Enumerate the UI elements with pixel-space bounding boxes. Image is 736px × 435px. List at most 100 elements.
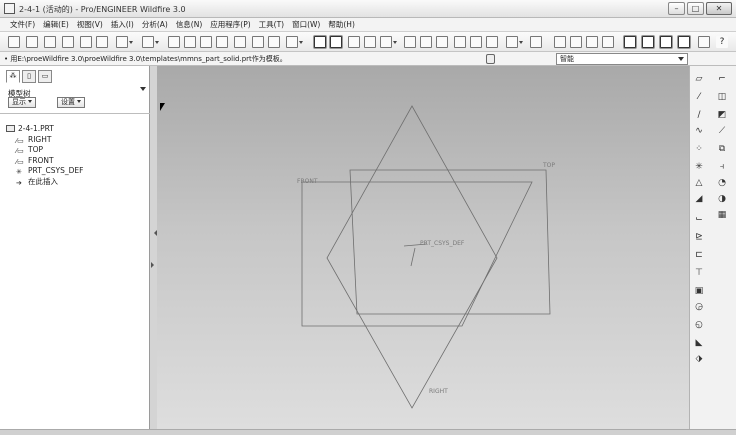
rib-icon[interactable]: ▣ xyxy=(693,286,705,297)
datum-plane-toggle-icon[interactable] xyxy=(624,36,636,48)
chamfer-icon[interactable]: ◣ xyxy=(693,338,705,349)
maximize-button[interactable]: □ xyxy=(687,2,704,15)
tree-item-insert-here[interactable]: ➔ 在此插入 xyxy=(6,177,83,188)
model-tree-tab-icon[interactable]: ⁂ xyxy=(6,70,20,83)
zoom-out-icon[interactable] xyxy=(420,36,432,48)
cut-icon[interactable] xyxy=(168,36,180,48)
zoom-in-icon[interactable] xyxy=(404,36,416,48)
point-tool-icon[interactable]: ⁘ xyxy=(693,144,705,155)
round-icon[interactable]: ◵ xyxy=(693,320,705,331)
undo-icon[interactable] xyxy=(116,36,133,48)
thicken-tool-icon[interactable]: ◑ xyxy=(716,194,728,205)
appearance-icon[interactable] xyxy=(380,36,397,48)
email-link-icon[interactable] xyxy=(96,36,108,48)
redo-icon[interactable] xyxy=(142,36,159,48)
filter-select[interactable]: 智能 xyxy=(556,53,688,65)
trim-tool-icon[interactable]: ⟋ xyxy=(716,126,728,137)
tree-item-front[interactable]: ⁄▭ FRONT xyxy=(6,156,83,167)
tree-item-csys[interactable]: ✳ PRT_CSYS_DEF xyxy=(6,166,83,177)
menu-window[interactable]: 窗口(W) xyxy=(288,18,324,31)
revolve-icon[interactable]: ⌙ xyxy=(693,214,705,225)
menu-applications[interactable]: 应用程序(P) xyxy=(206,18,254,31)
select-icon[interactable] xyxy=(286,36,303,48)
regenerate-icon[interactable] xyxy=(234,36,246,48)
datum-axis-tool-icon[interactable]: ⌐ xyxy=(716,74,728,85)
orient-mode-icon[interactable] xyxy=(348,36,360,48)
menu-file[interactable]: 文件(F) xyxy=(6,18,39,31)
sweep-icon[interactable]: ⊵ xyxy=(693,232,705,243)
sketch-tool-icon[interactable]: ⁄ xyxy=(693,92,705,103)
spin-center-icon[interactable] xyxy=(330,36,342,48)
shaded-icon[interactable] xyxy=(602,36,614,48)
annotation-icon[interactable] xyxy=(698,36,710,48)
intersect-tool-icon[interactable]: ◔ xyxy=(716,178,728,189)
help-icon[interactable]: ? xyxy=(716,36,728,48)
datum-axis-toggle-icon[interactable] xyxy=(642,36,654,48)
menu-insert[interactable]: 插入(I) xyxy=(107,18,138,31)
minimize-button[interactable]: – xyxy=(668,2,685,15)
saved-views-icon[interactable] xyxy=(470,36,482,48)
folder-tab-icon[interactable]: ▯ xyxy=(22,70,36,83)
csys-tool-icon[interactable]: ✳ xyxy=(693,162,705,173)
section-tool-icon[interactable]: ◫ xyxy=(716,92,728,103)
menu-edit[interactable]: 编辑(E) xyxy=(39,18,73,31)
no-hidden-icon[interactable] xyxy=(586,36,598,48)
panel-menu-arrow-icon[interactable] xyxy=(140,87,146,94)
window-controls: – □ ✕ xyxy=(668,2,732,15)
panel-splitter[interactable] xyxy=(150,66,157,429)
datum-plane-tool-icon[interactable]: ▱ xyxy=(693,74,705,85)
repaint-icon[interactable] xyxy=(314,36,326,48)
layers-icon[interactable] xyxy=(486,36,498,48)
tree-item-right[interactable]: ⁄▭ RIGHT xyxy=(6,135,83,146)
settings-button-label: 设置 xyxy=(61,98,75,106)
tree-item-top[interactable]: ⁄▭ TOP xyxy=(6,145,83,156)
menu-info[interactable]: 信息(N) xyxy=(172,18,206,31)
view-manager-icon[interactable] xyxy=(506,36,523,48)
menu-help[interactable]: 帮助(H) xyxy=(324,18,359,31)
top-plane xyxy=(301,181,533,327)
wireframe-icon[interactable] xyxy=(554,36,566,48)
show-button[interactable]: 显示 xyxy=(8,97,36,108)
message-text: • 用E:\proeWildfire 3.0\proeWildfire 3.0\… xyxy=(4,55,287,63)
refit-icon[interactable] xyxy=(436,36,448,48)
mirror-icon[interactable]: ⬗ xyxy=(693,354,705,365)
reorient-icon[interactable] xyxy=(454,36,466,48)
favorites-tab-icon[interactable]: ▭ xyxy=(38,70,52,83)
axis-tool-icon[interactable]: ∕ xyxy=(693,110,705,121)
extrude-icon[interactable]: ◢ xyxy=(693,194,705,205)
menu-view[interactable]: 视图(V) xyxy=(73,18,107,31)
menu-tools[interactable]: 工具(T) xyxy=(255,18,288,31)
csys-toggle-icon[interactable] xyxy=(678,36,690,48)
offset-tool-icon[interactable]: ◩ xyxy=(716,110,728,121)
copy-icon[interactable] xyxy=(184,36,196,48)
part-icon xyxy=(6,125,15,132)
shading-icon[interactable] xyxy=(530,36,542,48)
regen-manager-icon[interactable] xyxy=(252,36,264,48)
menu-analysis[interactable]: 分析(A) xyxy=(138,18,172,31)
copy-tool-icon[interactable]: ⧉ xyxy=(716,144,728,155)
email-icon[interactable] xyxy=(80,36,92,48)
paste-icon[interactable] xyxy=(200,36,212,48)
hidden-line-icon[interactable] xyxy=(570,36,582,48)
new-icon[interactable] xyxy=(8,36,20,48)
find-icon[interactable] xyxy=(268,36,280,48)
open-icon[interactable] xyxy=(26,36,38,48)
paste-special-icon[interactable] xyxy=(216,36,228,48)
merge-tool-icon[interactable]: ⫞ xyxy=(716,162,728,173)
close-button[interactable]: ✕ xyxy=(706,2,732,15)
settings-button[interactable]: 设置 xyxy=(57,97,85,108)
save-icon[interactable] xyxy=(44,36,56,48)
graphics-window[interactable]: FRONT TOP RIGHT PRT_CSYS_DEF xyxy=(157,66,689,429)
model-display-icon[interactable] xyxy=(364,36,376,48)
point-toggle-icon[interactable] xyxy=(660,36,672,48)
shell-icon[interactable]: ⊤ xyxy=(693,268,705,279)
app-icon xyxy=(4,3,15,14)
analysis-tool-icon[interactable]: △ xyxy=(693,178,705,189)
draft-icon[interactable]: ◶ xyxy=(693,302,705,313)
hole-icon[interactable]: ⊏ xyxy=(693,250,705,261)
curve-tool-icon[interactable]: ∿ xyxy=(693,126,705,137)
tree-item-part[interactable]: 2-4-1.PRT xyxy=(6,124,83,135)
solidify-tool-icon[interactable]: ▦ xyxy=(716,210,728,221)
csys-icon: ✳ xyxy=(16,168,22,176)
print-icon[interactable] xyxy=(62,36,74,48)
